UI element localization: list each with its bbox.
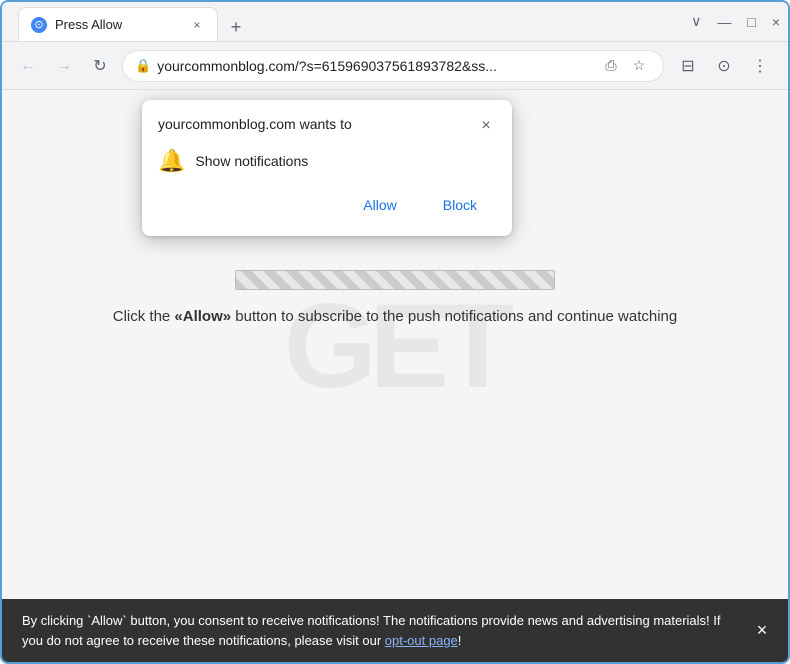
toolbar-actions: ⊟ ⊙ ⋮ — [672, 50, 776, 82]
tab-bar: ⊙ Press Allow × + — [18, 2, 675, 41]
tab-close-button[interactable]: × — [189, 17, 205, 33]
bottom-bar-close-button[interactable]: × — [748, 617, 776, 645]
bottom-bar-text-after: ! — [458, 633, 462, 648]
title-bar: ⊙ Press Allow × + ∨ — □ × — [2, 2, 788, 42]
back-button[interactable]: ← — [14, 52, 42, 80]
bottom-bar-text-before: By clicking `Allow` button, you consent … — [22, 613, 721, 648]
maximize-button[interactable]: □ — [747, 14, 755, 30]
block-button[interactable]: Block — [424, 190, 496, 220]
progress-bar — [235, 270, 555, 290]
window-controls-right: ∨ — □ × — [691, 13, 780, 30]
address-bar: ← → ↻ 🔒 yourcommonblog.com/?s=6159690375… — [2, 42, 788, 90]
tab-title: Press Allow — [55, 17, 181, 32]
menu-button[interactable]: ⋮ — [744, 50, 776, 82]
reload-button[interactable]: ↻ — [86, 52, 114, 80]
permission-dialog: yourcommonblog.com wants to × 🔔 Show not… — [142, 100, 512, 236]
minimize-button[interactable]: ∨ — [691, 13, 701, 30]
browser-window: ⊙ Press Allow × + ∨ — □ × ← → ↻ 🔒 yourco… — [0, 0, 790, 664]
active-tab[interactable]: ⊙ Press Allow × — [18, 7, 218, 41]
dialog-body-text: Show notifications — [195, 153, 308, 169]
tab-favicon: ⊙ — [31, 17, 47, 33]
allow-button[interactable]: Allow — [344, 190, 415, 220]
page-instruction: Click the «Allow» button to subscribe to… — [93, 306, 698, 329]
close-button[interactable]: × — [772, 14, 780, 30]
dialog-header: yourcommonblog.com wants to × — [158, 116, 496, 136]
bookmark-icon[interactable]: ☆ — [627, 54, 651, 78]
profile-button[interactable]: ⊙ — [708, 50, 740, 82]
extension-button[interactable]: ⊟ — [672, 50, 704, 82]
forward-button[interactable]: → — [50, 52, 78, 80]
dialog-title: yourcommonblog.com wants to — [158, 116, 352, 132]
new-tab-button[interactable]: + — [222, 13, 250, 41]
share-icon[interactable]: ⎙ — [599, 54, 623, 78]
url-text: yourcommonblog.com/?s=615969037561893782… — [157, 58, 593, 74]
bottom-notification-bar: By clicking `Allow` button, you consent … — [2, 599, 788, 662]
dialog-actions: Allow Block — [158, 190, 496, 220]
lock-icon: 🔒 — [135, 58, 151, 74]
page-content: GET yourcommonblog.com wants to × 🔔 Show… — [2, 90, 788, 662]
dialog-body: 🔔 Show notifications — [158, 148, 496, 174]
bell-icon: 🔔 — [158, 148, 185, 174]
url-bar[interactable]: 🔒 yourcommonblog.com/?s=6159690375618937… — [122, 50, 664, 82]
dialog-close-button[interactable]: × — [476, 116, 496, 136]
opt-out-link[interactable]: opt-out page — [385, 633, 458, 648]
minimize-button[interactable]: — — [717, 14, 731, 30]
url-actions: ⎙ ☆ — [599, 54, 651, 78]
